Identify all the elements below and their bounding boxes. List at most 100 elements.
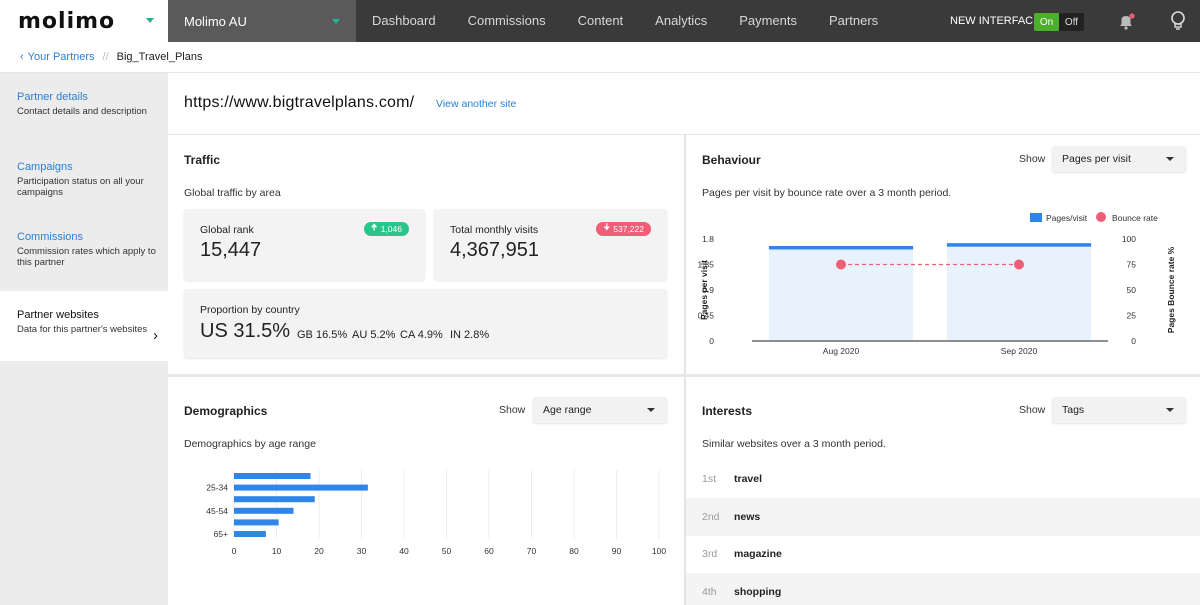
new-interface-toggle[interactable]: On Off xyxy=(1034,13,1084,31)
legend-swatch-bounce xyxy=(1096,212,1106,222)
badge-value: 537,222 xyxy=(613,224,644,234)
sidebar-item-title[interactable]: Partner websites xyxy=(17,309,158,321)
x-tick: 40 xyxy=(399,546,409,556)
behaviour-subtitle: Pages per visit by bounce rate over a 3 … xyxy=(702,187,952,199)
status-badge: 🠋 537,222 xyxy=(596,222,651,236)
chevron-down-icon[interactable] xyxy=(146,18,154,23)
y-right-axis-title: Pages Bounce rate % xyxy=(1166,246,1176,333)
interests-select[interactable]: Tags xyxy=(1052,397,1186,423)
y-right-tick: 0 xyxy=(1131,336,1136,346)
y-left-axis-title: Pages per visit xyxy=(699,260,709,320)
sidebar: Partner details Contact details and desc… xyxy=(0,73,168,605)
badge-value: 1,046 xyxy=(380,224,402,234)
bar xyxy=(234,531,266,537)
country-proportion-card: Proportion by country US 31.5% GB 16.5% … xyxy=(184,289,667,358)
rank: 4th xyxy=(702,586,717,598)
bar-pages-per-visit xyxy=(946,243,1092,247)
sidebar-item-desc: Participation status on all your campaig… xyxy=(17,176,144,198)
bounce-rate-point xyxy=(1014,259,1024,270)
chevron-down-icon xyxy=(1166,408,1174,412)
y-left-tick: 0 xyxy=(709,336,714,346)
nav-payments[interactable]: Payments xyxy=(723,0,813,42)
nav-commissions[interactable]: Commissions xyxy=(452,0,562,42)
monthly-visits-card: Total monthly visits 4,367,951 🠋 537,222 xyxy=(434,209,667,280)
divider xyxy=(168,374,1200,377)
status-badge: 🠉 1,046 xyxy=(363,222,409,236)
sidebar-item-partner-details[interactable]: Partner details Contact details and desc… xyxy=(0,73,168,143)
country-value: IN 2.8% xyxy=(450,329,490,341)
y-tick: 65+ xyxy=(214,529,228,539)
main-content: https://www.bigtravelplans.com/ View ano… xyxy=(168,73,1200,605)
x-tick: 100 xyxy=(652,546,666,556)
sidebar-item-title[interactable]: Commissions xyxy=(17,231,158,243)
x-tick: 20 xyxy=(314,546,324,556)
country-value: AU 5.2% xyxy=(352,329,396,341)
demographics-chart: 0 10 20 30 40 50 60 70 80 90 100 25-34 45-54 65+ xyxy=(206,470,666,556)
nav-analytics[interactable]: Analytics xyxy=(639,0,723,42)
card-value: 15,447 xyxy=(200,239,262,261)
chevron-down-icon[interactable] xyxy=(332,19,340,24)
bell-icon[interactable] xyxy=(1116,12,1136,32)
lightbulb-icon[interactable] xyxy=(1168,10,1188,32)
behaviour-title: Behaviour xyxy=(702,153,761,167)
tag: travel xyxy=(734,473,763,485)
select-value: Age range xyxy=(543,404,592,416)
sidebar-item-commissions[interactable]: Commissions Commission rates which apply… xyxy=(0,213,168,283)
list-item[interactable]: 1st travel xyxy=(686,460,1200,498)
interests-subtitle: Similar websites over a 3 month period. xyxy=(702,438,886,450)
list-item[interactable]: 4th shopping xyxy=(686,573,1200,605)
traffic-subtitle: Global traffic by area xyxy=(184,187,281,199)
select-value: Pages per visit xyxy=(1062,153,1131,165)
rank: 3rd xyxy=(702,548,718,560)
toggle-on[interactable]: On xyxy=(1034,13,1059,31)
sidebar-item-desc: Commission rates which apply to this par… xyxy=(17,246,156,268)
account-switcher[interactable]: Molimo AU xyxy=(168,0,356,42)
y-right-tick: 100 xyxy=(1122,234,1136,244)
breadcrumb: ‹ Your Partners // Big_Travel_Plans xyxy=(0,42,1200,73)
x-tick: 60 xyxy=(484,546,494,556)
legend-swatch-pages xyxy=(1030,213,1042,222)
sidebar-item-title[interactable]: Campaigns xyxy=(17,161,158,173)
bar xyxy=(234,496,315,503)
sidebar-item-campaigns[interactable]: Campaigns Participation status on all yo… xyxy=(0,143,168,213)
show-label: Show xyxy=(1019,404,1046,416)
country-value: GB 16.5% xyxy=(297,329,348,341)
list-item[interactable]: 2nd news xyxy=(686,498,1200,536)
toggle-off[interactable]: Off xyxy=(1059,13,1084,31)
behaviour-metric-select[interactable]: Pages per visit xyxy=(1052,146,1186,172)
x-tick: 90 xyxy=(612,546,622,556)
list-item[interactable]: 3rd magazine xyxy=(686,535,1200,573)
back-chevron-icon[interactable]: ‹ xyxy=(20,51,24,63)
logo-menu[interactable]: molimo xyxy=(0,0,168,42)
arrow-down-icon: 🠋 xyxy=(603,222,611,232)
x-tick: 30 xyxy=(357,546,367,556)
x-tick: 70 xyxy=(527,546,537,556)
nav-partners[interactable]: Partners xyxy=(813,0,894,42)
sidebar-item-title[interactable]: Partner details xyxy=(17,91,158,103)
interests-title: Interests xyxy=(702,404,753,418)
view-another-site-link[interactable]: View another site xyxy=(436,98,516,110)
main-nav: Dashboard Commissions Content Analytics … xyxy=(356,0,894,42)
card-label: Global rank xyxy=(200,224,254,236)
bounce-rate-point xyxy=(836,259,846,270)
bar xyxy=(234,507,294,514)
bar-fill xyxy=(946,244,1092,341)
tag: news xyxy=(734,511,761,523)
sidebar-item-partner-websites[interactable]: Partner websites Data for this partner's… xyxy=(0,291,168,361)
y-right-tick: 50 xyxy=(1127,285,1137,295)
nav-dashboard[interactable]: Dashboard xyxy=(356,0,452,42)
y-left-tick: 1.8 xyxy=(702,234,714,244)
card-label: Total monthly visits xyxy=(450,224,539,236)
x-tick: Aug 2020 xyxy=(823,346,860,356)
demographics-select[interactable]: Age range xyxy=(533,397,667,423)
y-right-tick: 75 xyxy=(1127,260,1137,270)
breadcrumb-separator: // xyxy=(102,51,109,63)
bar-pages-per-visit xyxy=(768,246,914,250)
top-country-value: US 31.5% xyxy=(200,320,291,342)
breadcrumb-your-partners[interactable]: Your Partners xyxy=(28,51,95,63)
bar xyxy=(234,484,368,491)
x-tick: 10 xyxy=(272,546,282,556)
site-url: https://www.bigtravelplans.com/ xyxy=(184,94,415,111)
nav-content[interactable]: Content xyxy=(562,0,640,42)
new-interface-label: NEW INTERFACE xyxy=(950,15,1041,27)
